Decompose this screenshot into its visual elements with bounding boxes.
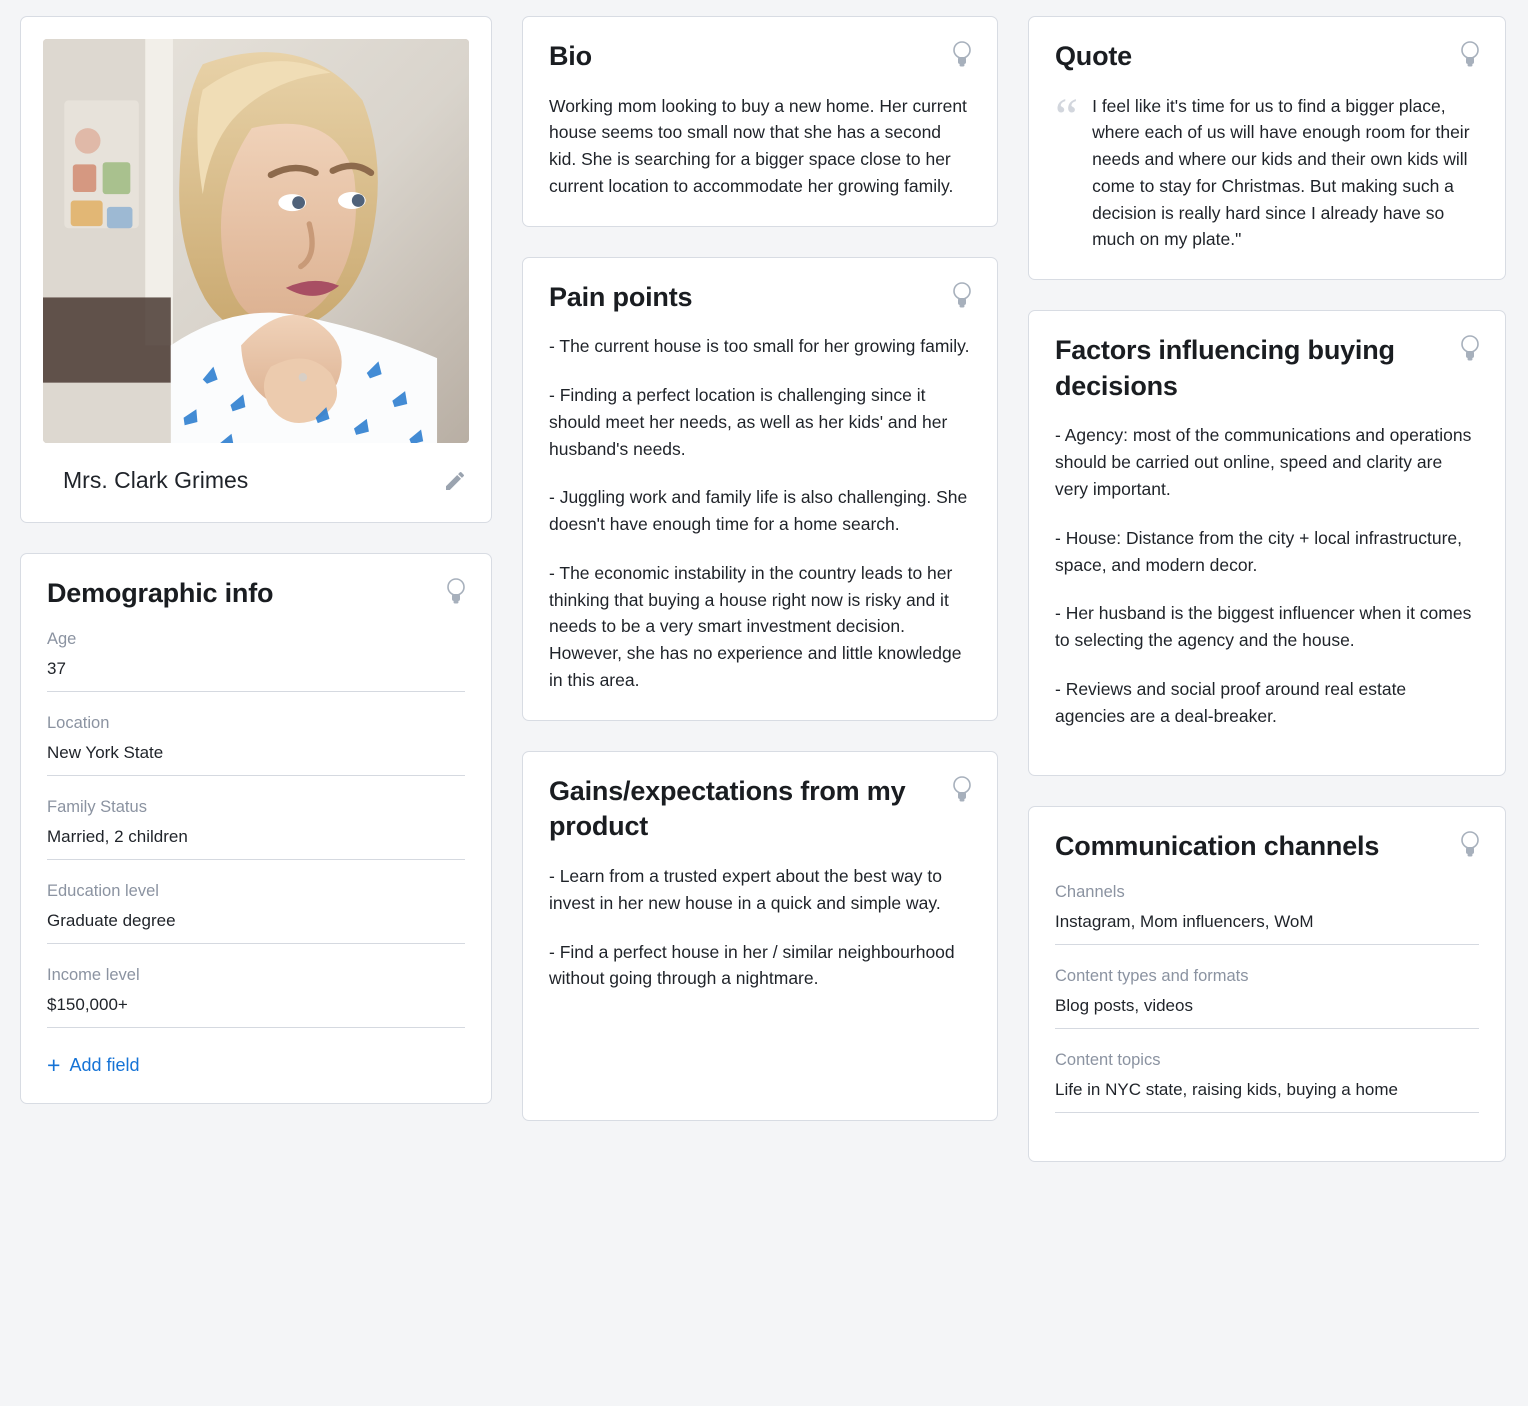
field-value[interactable]: Instagram, Mom influencers, WoM: [1055, 912, 1479, 945]
bio-text[interactable]: Working mom looking to buy a new home. H…: [549, 93, 971, 200]
paragraph: - Her husband is the biggest influencer …: [1055, 600, 1479, 654]
quote-card: Quote “ I feel like it's time for us to …: [1028, 16, 1506, 280]
paragraph: Working mom looking to buy a new home. H…: [549, 93, 971, 200]
quote-mark-icon: “: [1055, 93, 1078, 254]
field-label: Location: [47, 714, 465, 733]
persona-board: Mrs. Clark Grimes Demographic info Age: [0, 0, 1528, 1162]
lightbulb-icon[interactable]: [445, 576, 467, 606]
field-family-status: Family Status Married, 2 children: [47, 798, 465, 860]
lightbulb-icon[interactable]: [1459, 333, 1481, 363]
field-content-topics: Content topics Life in NYC state, raisin…: [1055, 1051, 1479, 1113]
field-content-types: Content types and formats Blog posts, vi…: [1055, 967, 1479, 1029]
field-label: Channels: [1055, 883, 1479, 902]
field-education-level: Education level Graduate degree: [47, 882, 465, 944]
quote-body[interactable]: “ I feel like it's time for us to find a…: [1055, 93, 1479, 254]
bio-card: Bio Working mom looking to buy a new hom…: [522, 16, 998, 227]
card-title: Demographic info: [47, 576, 465, 612]
lightbulb-icon[interactable]: [951, 39, 973, 69]
pain-points-text[interactable]: - The current house is too small for her…: [549, 333, 971, 693]
persona-photo-card: Mrs. Clark Grimes: [20, 16, 492, 523]
paragraph: - The current house is too small for her…: [549, 333, 971, 360]
card-title: Communication channels: [1055, 829, 1479, 865]
field-label: Content topics: [1055, 1051, 1479, 1070]
column-right: Quote “ I feel like it's time for us to …: [1028, 16, 1506, 1162]
field-label: Family Status: [47, 798, 465, 817]
field-location: Location New York State: [47, 714, 465, 776]
field-income-level: Income level $150,000+: [47, 966, 465, 1028]
card-title: Factors influencing buying decisions: [1055, 333, 1479, 404]
lightbulb-icon[interactable]: [951, 280, 973, 310]
card-title: Quote: [1055, 39, 1479, 75]
field-value[interactable]: Married, 2 children: [47, 827, 465, 860]
paragraph: - Finding a perfect location is challeng…: [549, 382, 971, 462]
paragraph: - The economic instability in the countr…: [549, 560, 971, 694]
add-field-label: Add field: [69, 1055, 139, 1076]
field-label: Content types and formats: [1055, 967, 1479, 986]
persona-name-row: Mrs. Clark Grimes: [43, 467, 469, 494]
paragraph: - Agency: most of the communications and…: [1055, 422, 1479, 502]
column-middle: Bio Working mom looking to buy a new hom…: [522, 16, 998, 1121]
pain-points-card: Pain points - The current house is too s…: [522, 257, 998, 721]
card-title: Gains/expectations from my product: [549, 774, 971, 845]
lightbulb-icon[interactable]: [1459, 39, 1481, 69]
column-left: Mrs. Clark Grimes Demographic info Age: [20, 16, 492, 1104]
field-value[interactable]: Graduate degree: [47, 911, 465, 944]
field-value[interactable]: $150,000+: [47, 995, 465, 1028]
paragraph: - Juggling work and family life is also …: [549, 484, 971, 538]
field-value[interactable]: Life in NYC state, raising kids, buying …: [1055, 1080, 1479, 1113]
field-label: Education level: [47, 882, 465, 901]
gains-expectations-card: Gains/expectations from my product - Lea…: [522, 751, 998, 1121]
lightbulb-icon[interactable]: [1459, 829, 1481, 859]
demographic-info-card: Demographic info Age 37 Location New Yor…: [20, 553, 492, 1104]
paragraph: - Learn from a trusted expert about the …: [549, 863, 971, 917]
quote-text: I feel like it's time for us to find a b…: [1092, 93, 1479, 254]
paragraph: - Find a perfect house in her / similar …: [549, 939, 971, 993]
factors-text[interactable]: - Agency: most of the communications and…: [1055, 422, 1479, 729]
field-value[interactable]: 37: [47, 659, 465, 692]
lightbulb-icon[interactable]: [951, 774, 973, 804]
card-title: Bio: [549, 39, 971, 75]
add-field-button[interactable]: + Add field: [47, 1054, 465, 1077]
field-label: Age: [47, 630, 465, 649]
gains-text[interactable]: - Learn from a trusted expert about the …: [549, 863, 971, 992]
field-value[interactable]: New York State: [47, 743, 465, 776]
card-title: Pain points: [549, 280, 971, 316]
paragraph: - House: Distance from the city + local …: [1055, 525, 1479, 579]
field-label: Income level: [47, 966, 465, 985]
field-value[interactable]: Blog posts, videos: [1055, 996, 1479, 1029]
plus-icon: +: [47, 1054, 60, 1077]
persona-photo: [43, 39, 469, 443]
field-channels: Channels Instagram, Mom influencers, WoM: [1055, 883, 1479, 945]
communication-channels-card: Communication channels Channels Instagra…: [1028, 806, 1506, 1162]
persona-name: Mrs. Clark Grimes: [63, 467, 248, 494]
pencil-icon[interactable]: [443, 469, 467, 493]
field-age: Age 37: [47, 630, 465, 692]
factors-card: Factors influencing buying decisions - A…: [1028, 310, 1506, 776]
paragraph: - Reviews and social proof around real e…: [1055, 676, 1479, 730]
